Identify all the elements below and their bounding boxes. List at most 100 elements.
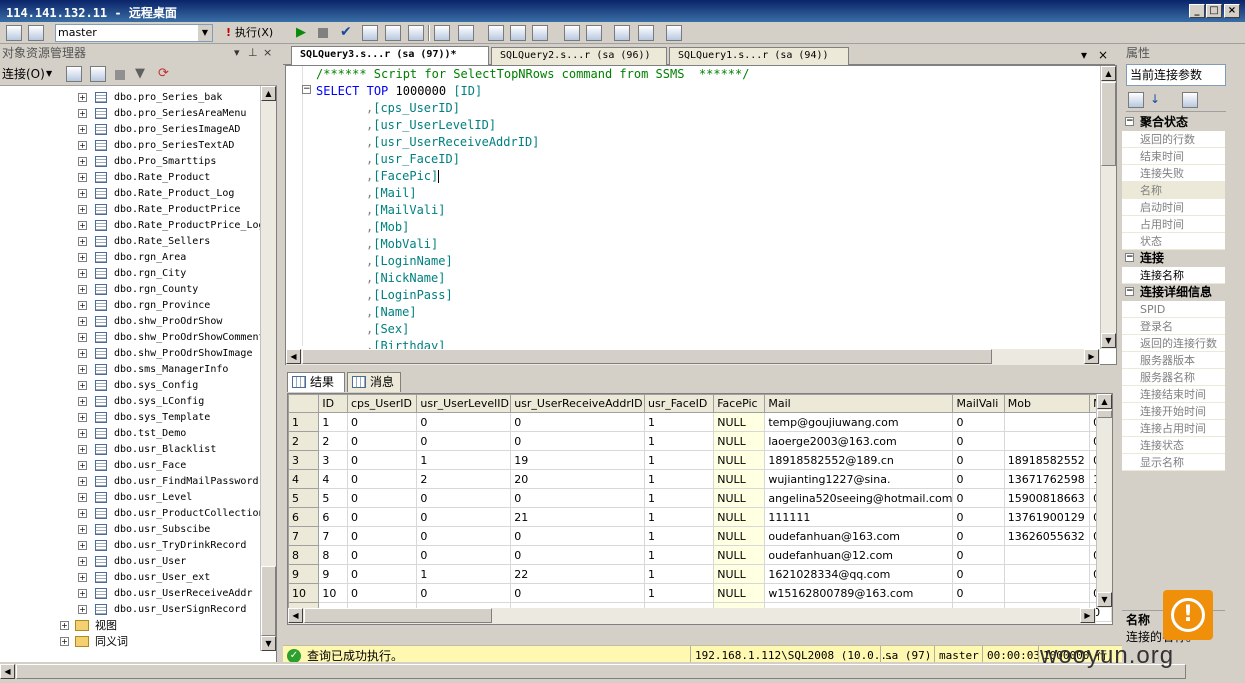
specify-values-icon[interactable] — [666, 25, 682, 41]
tree-item-table[interactable]: + dbo.pro_Series_bak — [0, 90, 260, 106]
table-cell[interactable]: temp@goujiuwang.com — [764, 412, 954, 432]
collapse-icon[interactable]: − — [302, 85, 311, 94]
tab-results[interactable]: 结果 — [287, 372, 345, 392]
table-cell[interactable] — [1003, 583, 1091, 603]
expand-icon[interactable]: + — [78, 397, 87, 406]
tree-item-table[interactable]: + dbo.usr_ProductCollection — [0, 506, 260, 522]
table-cell[interactable]: angelina520seeing@hotmail.com — [764, 488, 954, 508]
tree-item-table[interactable]: + dbo.Rate_Product_Log — [0, 186, 260, 202]
property-category[interactable]: − 连接 — [1122, 250, 1225, 267]
tree-item-table[interactable]: + dbo.pro_SeriesImageAD — [0, 122, 260, 138]
property-row[interactable]: 连接结束时间 — [1122, 386, 1225, 403]
grid-corner-cell[interactable] — [288, 394, 320, 413]
row-number[interactable]: 5 — [288, 488, 320, 508]
expand-icon[interactable]: + — [78, 317, 87, 326]
scroll-thumb[interactable] — [16, 664, 1186, 679]
table-cell[interactable]: 1 — [644, 412, 715, 432]
table-cell[interactable]: 0 — [510, 412, 646, 432]
table-cell[interactable] — [1003, 545, 1091, 565]
table-cell[interactable]: 1 — [644, 583, 715, 603]
table-cell[interactable]: NULL — [713, 469, 766, 489]
tree-item-table[interactable]: + dbo.Pro_Smarttips — [0, 154, 260, 170]
table-cell[interactable]: 0 — [952, 469, 1005, 489]
row-number[interactable]: 7 — [288, 526, 320, 546]
scroll-left-icon[interactable]: ◀ — [288, 608, 303, 623]
uncomment-icon[interactable] — [586, 25, 602, 41]
expand-icon[interactable]: + — [78, 365, 87, 374]
expand-icon[interactable]: + — [78, 141, 87, 150]
expand-icon[interactable]: + — [78, 525, 87, 534]
property-row[interactable]: 启动时间 — [1122, 199, 1225, 216]
close-icon[interactable]: × — [1098, 48, 1108, 62]
table-row[interactable]: 7 7 0 0 0 1 NULL oudefanhuan@163.com 0 1362605563… — [288, 526, 1112, 546]
property-row[interactable]: 连接占用时间 — [1122, 420, 1225, 437]
results-file-icon[interactable] — [532, 25, 548, 41]
expand-icon[interactable]: + — [78, 493, 87, 502]
tree-item-table[interactable]: + dbo.usr_TryDrinkRecord — [0, 538, 260, 554]
results-to-icon[interactable] — [408, 25, 424, 41]
property-row[interactable]: 连接失败 — [1122, 165, 1225, 182]
table-cell[interactable]: 0 — [346, 412, 418, 432]
grid-horizontal-scrollbar[interactable]: ◀ ▶ — [288, 608, 1096, 624]
property-row[interactable]: SPID — [1122, 301, 1225, 318]
expand-icon[interactable]: + — [78, 461, 87, 470]
tree-item-table[interactable]: + dbo.rgn_Area — [0, 250, 260, 266]
table-cell[interactable]: 1 — [644, 488, 715, 508]
column-header[interactable]: Mob — [1003, 394, 1091, 413]
expand-icon[interactable]: + — [78, 237, 87, 246]
property-row[interactable]: 占用时间 — [1122, 216, 1225, 233]
expand-icon[interactable]: + — [78, 477, 87, 486]
property-row[interactable]: 结束时间 — [1122, 148, 1225, 165]
scroll-right-icon[interactable]: ▶ — [1084, 349, 1099, 364]
expand-icon[interactable]: + — [78, 413, 87, 422]
grid-vertical-scrollbar[interactable]: ▲ ▼ — [1096, 394, 1112, 608]
table-cell[interactable]: 0 — [952, 431, 1005, 451]
row-number[interactable]: 8 — [288, 545, 320, 565]
table-row[interactable]: 110001NULLtemp@goujiuwang.com00 — [288, 412, 1112, 432]
table-cell[interactable]: 1 — [644, 526, 715, 546]
scroll-down-icon[interactable]: ▼ — [1101, 333, 1116, 348]
table-cell[interactable]: 0 — [346, 583, 418, 603]
property-category[interactable]: − 连接详细信息 — [1122, 284, 1225, 301]
tree-item-table[interactable]: + dbo.usr_Level — [0, 490, 260, 506]
stop-icon[interactable] — [318, 28, 328, 38]
table-cell[interactable]: 13761900129 — [1003, 507, 1091, 527]
property-pages-icon[interactable] — [1182, 92, 1198, 108]
row-number[interactable]: 2 — [288, 431, 320, 451]
table-cell[interactable]: wujianting1227@sina. — [764, 469, 954, 489]
table-cell[interactable]: 0 — [346, 450, 418, 470]
table-cell[interactable]: 1 — [644, 564, 715, 584]
property-row[interactable]: 状态 — [1122, 233, 1225, 250]
expand-icon[interactable]: + — [78, 333, 87, 342]
pin-icon[interactable]: ⊥ — [248, 44, 258, 62]
expand-icon[interactable]: + — [78, 589, 87, 598]
tree-folder[interactable]: + 视图 — [0, 618, 260, 634]
column-header[interactable]: usr_UserReceiveAddrID — [510, 394, 646, 413]
table-cell[interactable]: 1 — [318, 412, 348, 432]
expand-icon[interactable]: + — [78, 557, 87, 566]
property-row[interactable]: 登录名 — [1122, 318, 1225, 335]
property-row[interactable]: 服务器版本 — [1122, 352, 1225, 369]
tab-messages[interactable]: 消息 — [347, 372, 401, 392]
tree-item-table[interactable]: + dbo.shw_ProOdrShowComment — [0, 330, 260, 346]
scroll-right-icon[interactable]: ▶ — [1080, 608, 1095, 623]
table-cell[interactable]: laoerge2003@163.com — [764, 431, 954, 451]
dropdown-icon[interactable]: ▾ — [234, 44, 240, 62]
expand-icon[interactable]: + — [78, 93, 87, 102]
results-text-icon[interactable] — [488, 25, 504, 41]
table-cell[interactable]: w15162800789@163.com — [764, 583, 954, 603]
table-cell[interactable]: 0 — [952, 545, 1005, 565]
tree-item-table[interactable]: + dbo.Rate_ProductPrice_Log — [0, 218, 260, 234]
table-cell[interactable]: 0 — [416, 545, 512, 565]
table-cell[interactable] — [1003, 564, 1091, 584]
tab-sqlquery1[interactable]: SQLQuery1.s...r (sa (94)) — [669, 47, 849, 65]
expand-icon[interactable]: + — [78, 381, 87, 390]
intellisense-icon[interactable] — [385, 25, 401, 41]
column-header[interactable]: Mail — [764, 394, 954, 413]
table-cell[interactable]: 1 — [644, 469, 715, 489]
table-cell[interactable]: 21 — [510, 507, 646, 527]
tree-item-table[interactable]: + dbo.sms_ManagerInfo — [0, 362, 260, 378]
table-cell[interactable]: 0 — [416, 488, 512, 508]
parse-check-icon[interactable]: ✔ — [340, 24, 352, 40]
property-row[interactable]: 名称 — [1122, 182, 1225, 199]
